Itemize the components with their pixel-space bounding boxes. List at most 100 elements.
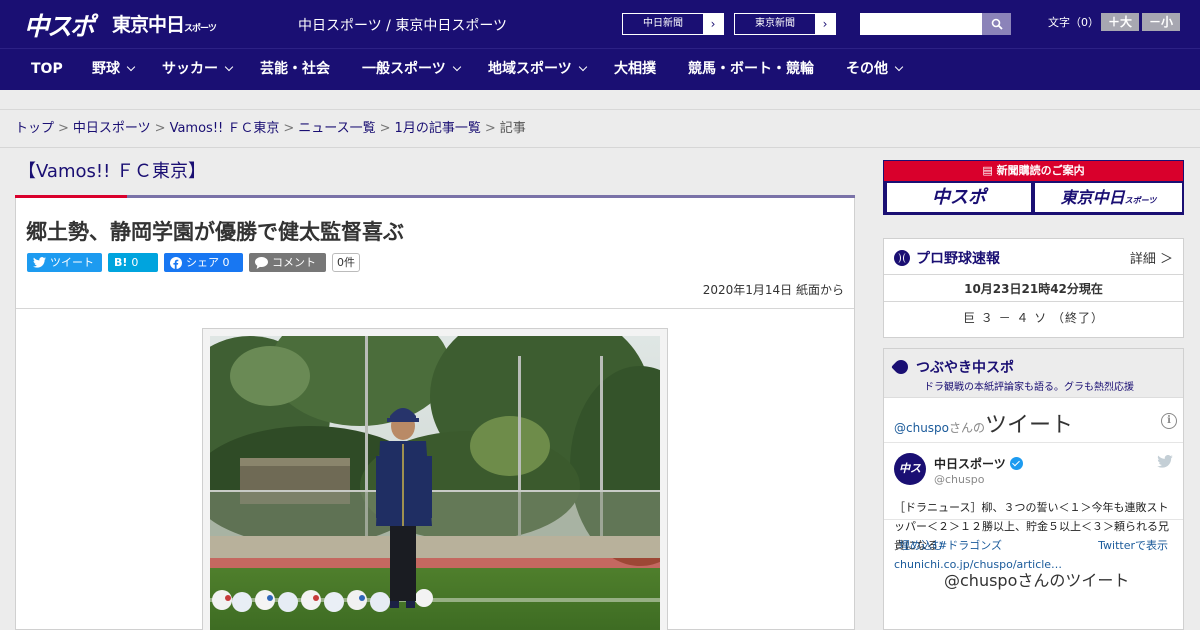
nav-item-other[interactable]: その他 xyxy=(846,49,904,90)
chevron-right-icon: › xyxy=(703,14,723,34)
divider xyxy=(884,301,1183,302)
nav-label: 大相撲 xyxy=(614,61,656,77)
comment-count-badge: 0件 xyxy=(332,253,360,272)
tokyo-chunichi-logo-small: スポーツ xyxy=(184,24,217,34)
chunichi-shimbun-label: 中日新聞 xyxy=(643,18,683,29)
embed-link[interactable]: 埋め込む xyxy=(899,537,943,553)
baseball-icon xyxy=(894,250,910,266)
breadcrumb-separator: > xyxy=(283,121,295,136)
chunichi-shimbun-button[interactable]: 中日新聞 › xyxy=(622,13,724,35)
timeline-heading-big: ツイート xyxy=(985,413,1074,438)
font-decrease-button[interactable]: －小 xyxy=(1142,13,1180,31)
series-title[interactable]: 【Vamos!! ＦＣ東京】 xyxy=(15,149,855,197)
pro-baseball-timestamp: 10月23日21時42分現在 xyxy=(964,282,1103,296)
nav-item-entertainment[interactable]: 芸能・社会 xyxy=(260,49,330,90)
site-name-link[interactable]: 中日スポーツ / 東京中日スポーツ xyxy=(298,15,507,35)
subscription-heading-text: 新聞購読のご案内 xyxy=(996,164,1085,177)
megaphone-icon xyxy=(891,357,911,377)
breadcrumb-fc-tokyo[interactable]: Vamos!! ＦＣ東京 xyxy=(170,121,280,136)
article-photo-frame xyxy=(202,328,668,630)
comment-label: コメント xyxy=(272,256,316,269)
subscribe-chuspo-logo[interactable]: 中スポ xyxy=(887,183,1031,212)
timeline-footer[interactable]: @chuspoさんのツイート xyxy=(944,567,1129,591)
subscribe-tokyo-chunichi-logo[interactable]: 東京中日スポーツ xyxy=(1035,183,1182,212)
timeline-handle: @chuspo xyxy=(894,421,950,435)
article-divider xyxy=(16,308,854,309)
comment-button[interactable]: コメント xyxy=(249,253,326,272)
facebook-icon xyxy=(170,256,182,269)
article-headline: 郷土勢、静岡学園が優勝で健太監督喜ぶ xyxy=(26,220,404,244)
tokyo-shimbun-button[interactable]: 東京新聞 › xyxy=(734,13,836,35)
pro-baseball-widget: プロ野球速報 詳細 ＞ 10月23日21時42分現在 巨 ３ － ４ ソ （終了… xyxy=(883,238,1184,338)
tweet-text: ［ドラニュース］柳、３つの誓い＜１＞今年も連敗ストッパー＜２＞１２勝以上、貯金５… xyxy=(894,498,1176,574)
view-on-twitter-link[interactable]: Twitterで表示 xyxy=(1098,537,1168,553)
breadcrumb-january-list[interactable]: 1月の記事一覧 xyxy=(395,121,481,136)
divider xyxy=(884,274,1183,275)
search-input[interactable] xyxy=(860,13,982,35)
nav-label: 競馬・ボート・競輪 xyxy=(688,61,814,77)
nav-label: 野球 xyxy=(92,61,120,77)
nav-item-sumo[interactable]: 大相撲 xyxy=(614,49,656,90)
breadcrumb-separator: > xyxy=(484,121,496,136)
nav-item-top[interactable]: TOP xyxy=(31,49,63,90)
chuspo-logo[interactable]: 中スポ xyxy=(24,7,95,43)
breadcrumb-chunichi-sports[interactable]: 中日スポーツ xyxy=(73,121,151,136)
avatar[interactable]: 中スポ xyxy=(894,453,926,507)
nav-item-baseball[interactable]: 野球 xyxy=(92,49,136,90)
hatena-icon: B! xyxy=(114,256,128,269)
breadcrumb-current: 記事 xyxy=(499,121,526,136)
facebook-share-button[interactable]: シェア 0 xyxy=(164,253,243,272)
newspaper-icon: ▤ xyxy=(982,164,993,177)
tokyo-shimbun-label: 東京新聞 xyxy=(755,18,795,29)
facebook-label: シェア xyxy=(186,256,219,269)
font-increase-button[interactable]: ＋大 xyxy=(1101,13,1139,31)
breadcrumb-top[interactable]: トップ xyxy=(15,121,54,136)
chevron-down-icon xyxy=(452,62,461,72)
sub-strip xyxy=(0,90,1200,110)
tweet-widget-header: つぶやき中スポ ドラ観戦の本紙評論家も語る。グラも熱烈応援 xyxy=(884,349,1183,397)
chevron-down-icon xyxy=(126,62,136,72)
search-icon xyxy=(991,18,1003,30)
tweet-hashtag[interactable]: #ドラゴンズ xyxy=(938,539,1002,552)
breadcrumb: トップ > 中日スポーツ > Vamos!! ＦＣ東京 > ニュース一覧 >1月の記事一覧 > 記… xyxy=(0,110,1200,148)
tokyo-chunichi-logo[interactable]: 東京中日スポーツ xyxy=(112,10,217,37)
nav-item-soccer[interactable]: サッカー xyxy=(162,49,234,90)
comment-bubble-icon xyxy=(255,256,268,269)
article-photo[interactable] xyxy=(210,336,660,630)
verified-badge-icon xyxy=(1009,457,1023,470)
hatena-count: 0 xyxy=(131,256,139,269)
pro-baseball-detail-link[interactable]: 詳細 ＞ xyxy=(1130,248,1173,267)
chevron-right-icon: › xyxy=(815,14,835,34)
game-score[interactable]: 巨 ３ － ４ ソ （終了） xyxy=(884,309,1183,326)
breadcrumb-separator: > xyxy=(58,121,69,136)
tweet-widget-subtitle: ドラ観戦の本紙評論家も語る。グラも熱烈応援 xyxy=(924,382,1134,393)
chevron-down-icon xyxy=(578,62,587,72)
search-button[interactable] xyxy=(982,13,1011,35)
article-date: 2020年1月14日 紙面から xyxy=(702,283,844,297)
tweet-widget-title: つぶやき中スポ xyxy=(891,357,1014,377)
nav-item-regional-sports[interactable]: 地域スポーツ xyxy=(488,49,587,90)
pro-baseball-title-text: プロ野球速報 xyxy=(916,251,1000,267)
breadcrumb-news-list[interactable]: ニュース一覧 xyxy=(298,121,375,136)
facebook-count: 0 xyxy=(222,256,230,269)
subscription-heading: ▤ 新聞購読のご案内 xyxy=(884,161,1183,181)
subscription-banner[interactable]: ▤ 新聞購読のご案内 中スポ 東京中日スポーツ xyxy=(883,160,1184,215)
twitter-bird-icon[interactable] xyxy=(1157,455,1173,468)
article-box: 郷土勢、静岡学園が優勝で健太監督喜ぶ ツイート B! 0 シェア 0 コメント … xyxy=(15,198,855,630)
tweet-button[interactable]: ツイート xyxy=(27,253,102,272)
tweet-account-name[interactable]: 中日スポーツ xyxy=(934,455,1023,472)
nav-item-general-sports[interactable]: 一般スポーツ xyxy=(362,49,461,90)
chevron-down-icon xyxy=(224,62,234,72)
pro-baseball-title: プロ野球速報 xyxy=(894,248,1000,268)
tweet-widget-title-text: つぶやき中スポ xyxy=(916,360,1014,376)
nav-item-racing[interactable]: 競馬・ボート・競輪 xyxy=(688,49,814,90)
nav-label: サッカー xyxy=(162,61,218,77)
timeline-heading[interactable]: @chuspoさんのツイート xyxy=(894,407,1073,439)
hatena-bookmark-button[interactable]: B! 0 xyxy=(108,253,158,272)
tweet-account-handle[interactable]: @chuspo xyxy=(934,473,984,486)
font-size-label: 文字（0） xyxy=(1048,16,1099,29)
nav-label: TOP xyxy=(31,61,63,77)
nav-label: 地域スポーツ xyxy=(488,61,572,77)
info-icon[interactable]: i xyxy=(1161,413,1177,429)
divider xyxy=(884,519,1183,520)
